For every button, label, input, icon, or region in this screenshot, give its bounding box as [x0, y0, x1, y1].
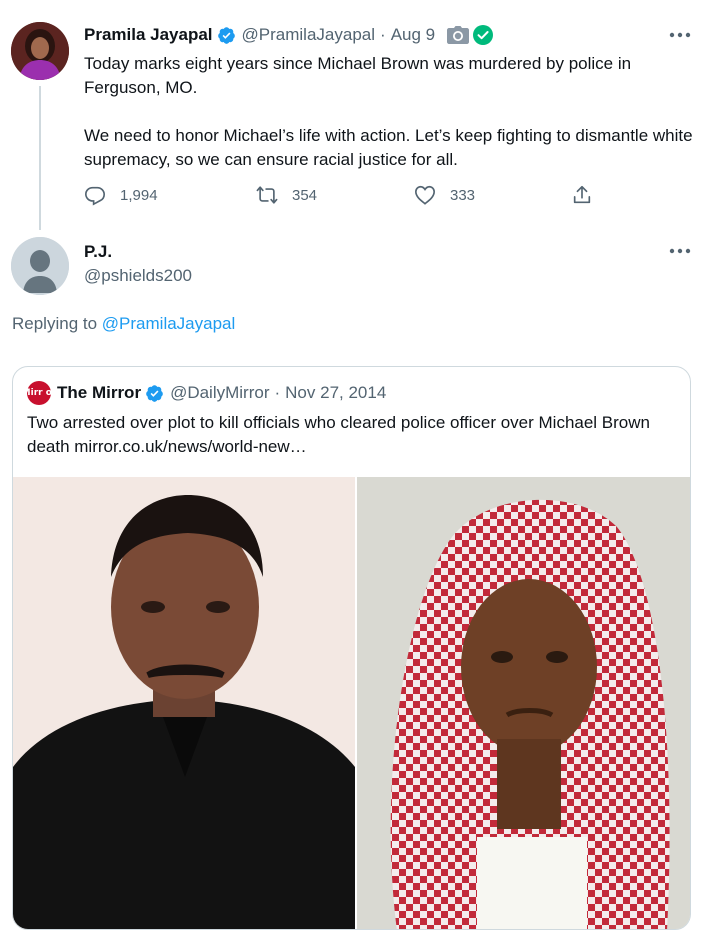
thread-line [39, 86, 41, 230]
retweet-button[interactable]: 354 [256, 184, 317, 206]
quoted-tweet-text: Two arrested over plot to kill officials… [27, 413, 650, 456]
quoted-tweet-header: Mirr or The Mirror @DailyMirror · Nov 27… [22, 381, 387, 405]
quoted-media[interactable] [13, 477, 690, 929]
like-button[interactable]: 333 [414, 184, 475, 206]
photo-man-keffiyeh[interactable] [357, 477, 690, 929]
tweet-paragraph-1: Today marks eight years since Michael Br… [84, 54, 632, 97]
reply-author-avatar[interactable] [11, 237, 69, 295]
check-green-icon [473, 25, 494, 45]
reply-button[interactable]: 1,994 [84, 184, 158, 206]
share-icon [573, 185, 591, 204]
share-button[interactable] [571, 184, 607, 206]
quoted-author-handle: @DailyMirror [170, 383, 270, 402]
verified-badge-icon [146, 384, 163, 402]
verified-badge-icon [217, 26, 235, 44]
replying-prefix: Replying to [12, 314, 98, 333]
author-name[interactable]: Pramila Jayapal [84, 25, 213, 45]
tweet-header: Pramila Jayapal @PramilaJayapal · Aug 9 [84, 24, 494, 46]
reply-author-name[interactable]: P.J. [84, 242, 112, 262]
tweet-date[interactable]: Aug 9 [391, 25, 435, 45]
reply-author-handle[interactable]: @pshields200 [84, 266, 192, 286]
more-icon[interactable] [666, 246, 694, 256]
quoted-tweet-card[interactable]: Mirr or The Mirror @DailyMirror · Nov 27… [12, 366, 691, 930]
replying-to-line: Replying to @PramilaJayapal [12, 314, 235, 334]
mirror-logo-avatar: Mirr or [22, 381, 56, 405]
separator-dot: · [380, 25, 386, 44]
more-icon[interactable] [666, 30, 694, 40]
author-handle[interactable]: @PramilaJayapal [242, 25, 375, 45]
tweet-paragraph-2: We need to honor Michael’s life with act… [84, 126, 693, 169]
tweet-original[interactable]: Pramila Jayapal @PramilaJayapal · Aug 9 … [0, 0, 716, 232]
separator-dot: · [274, 383, 281, 402]
like-count: 333 [450, 186, 476, 204]
tweet-reply[interactable]: P.J. @pshields200 Replying to @PramilaJa… [0, 232, 716, 951]
camera-icon [447, 26, 470, 44]
quoted-date: Nov 27, 2014 [285, 383, 387, 402]
replying-mention-link[interactable]: @PramilaJayapal [102, 314, 235, 333]
tweet-text: Today marks eight years since Michael Br… [84, 52, 694, 172]
author-avatar[interactable] [11, 22, 69, 80]
tweet-actions: 1,994 354 333 [84, 184, 604, 208]
quoted-author-name: The Mirror [57, 383, 142, 402]
reply-icon [85, 186, 105, 206]
photo-man-dark-shirt[interactable] [13, 477, 355, 929]
retweet-icon [256, 186, 278, 204]
retweet-count: 354 [292, 186, 318, 204]
reply-count: 1,994 [120, 186, 158, 204]
like-icon [415, 185, 435, 205]
